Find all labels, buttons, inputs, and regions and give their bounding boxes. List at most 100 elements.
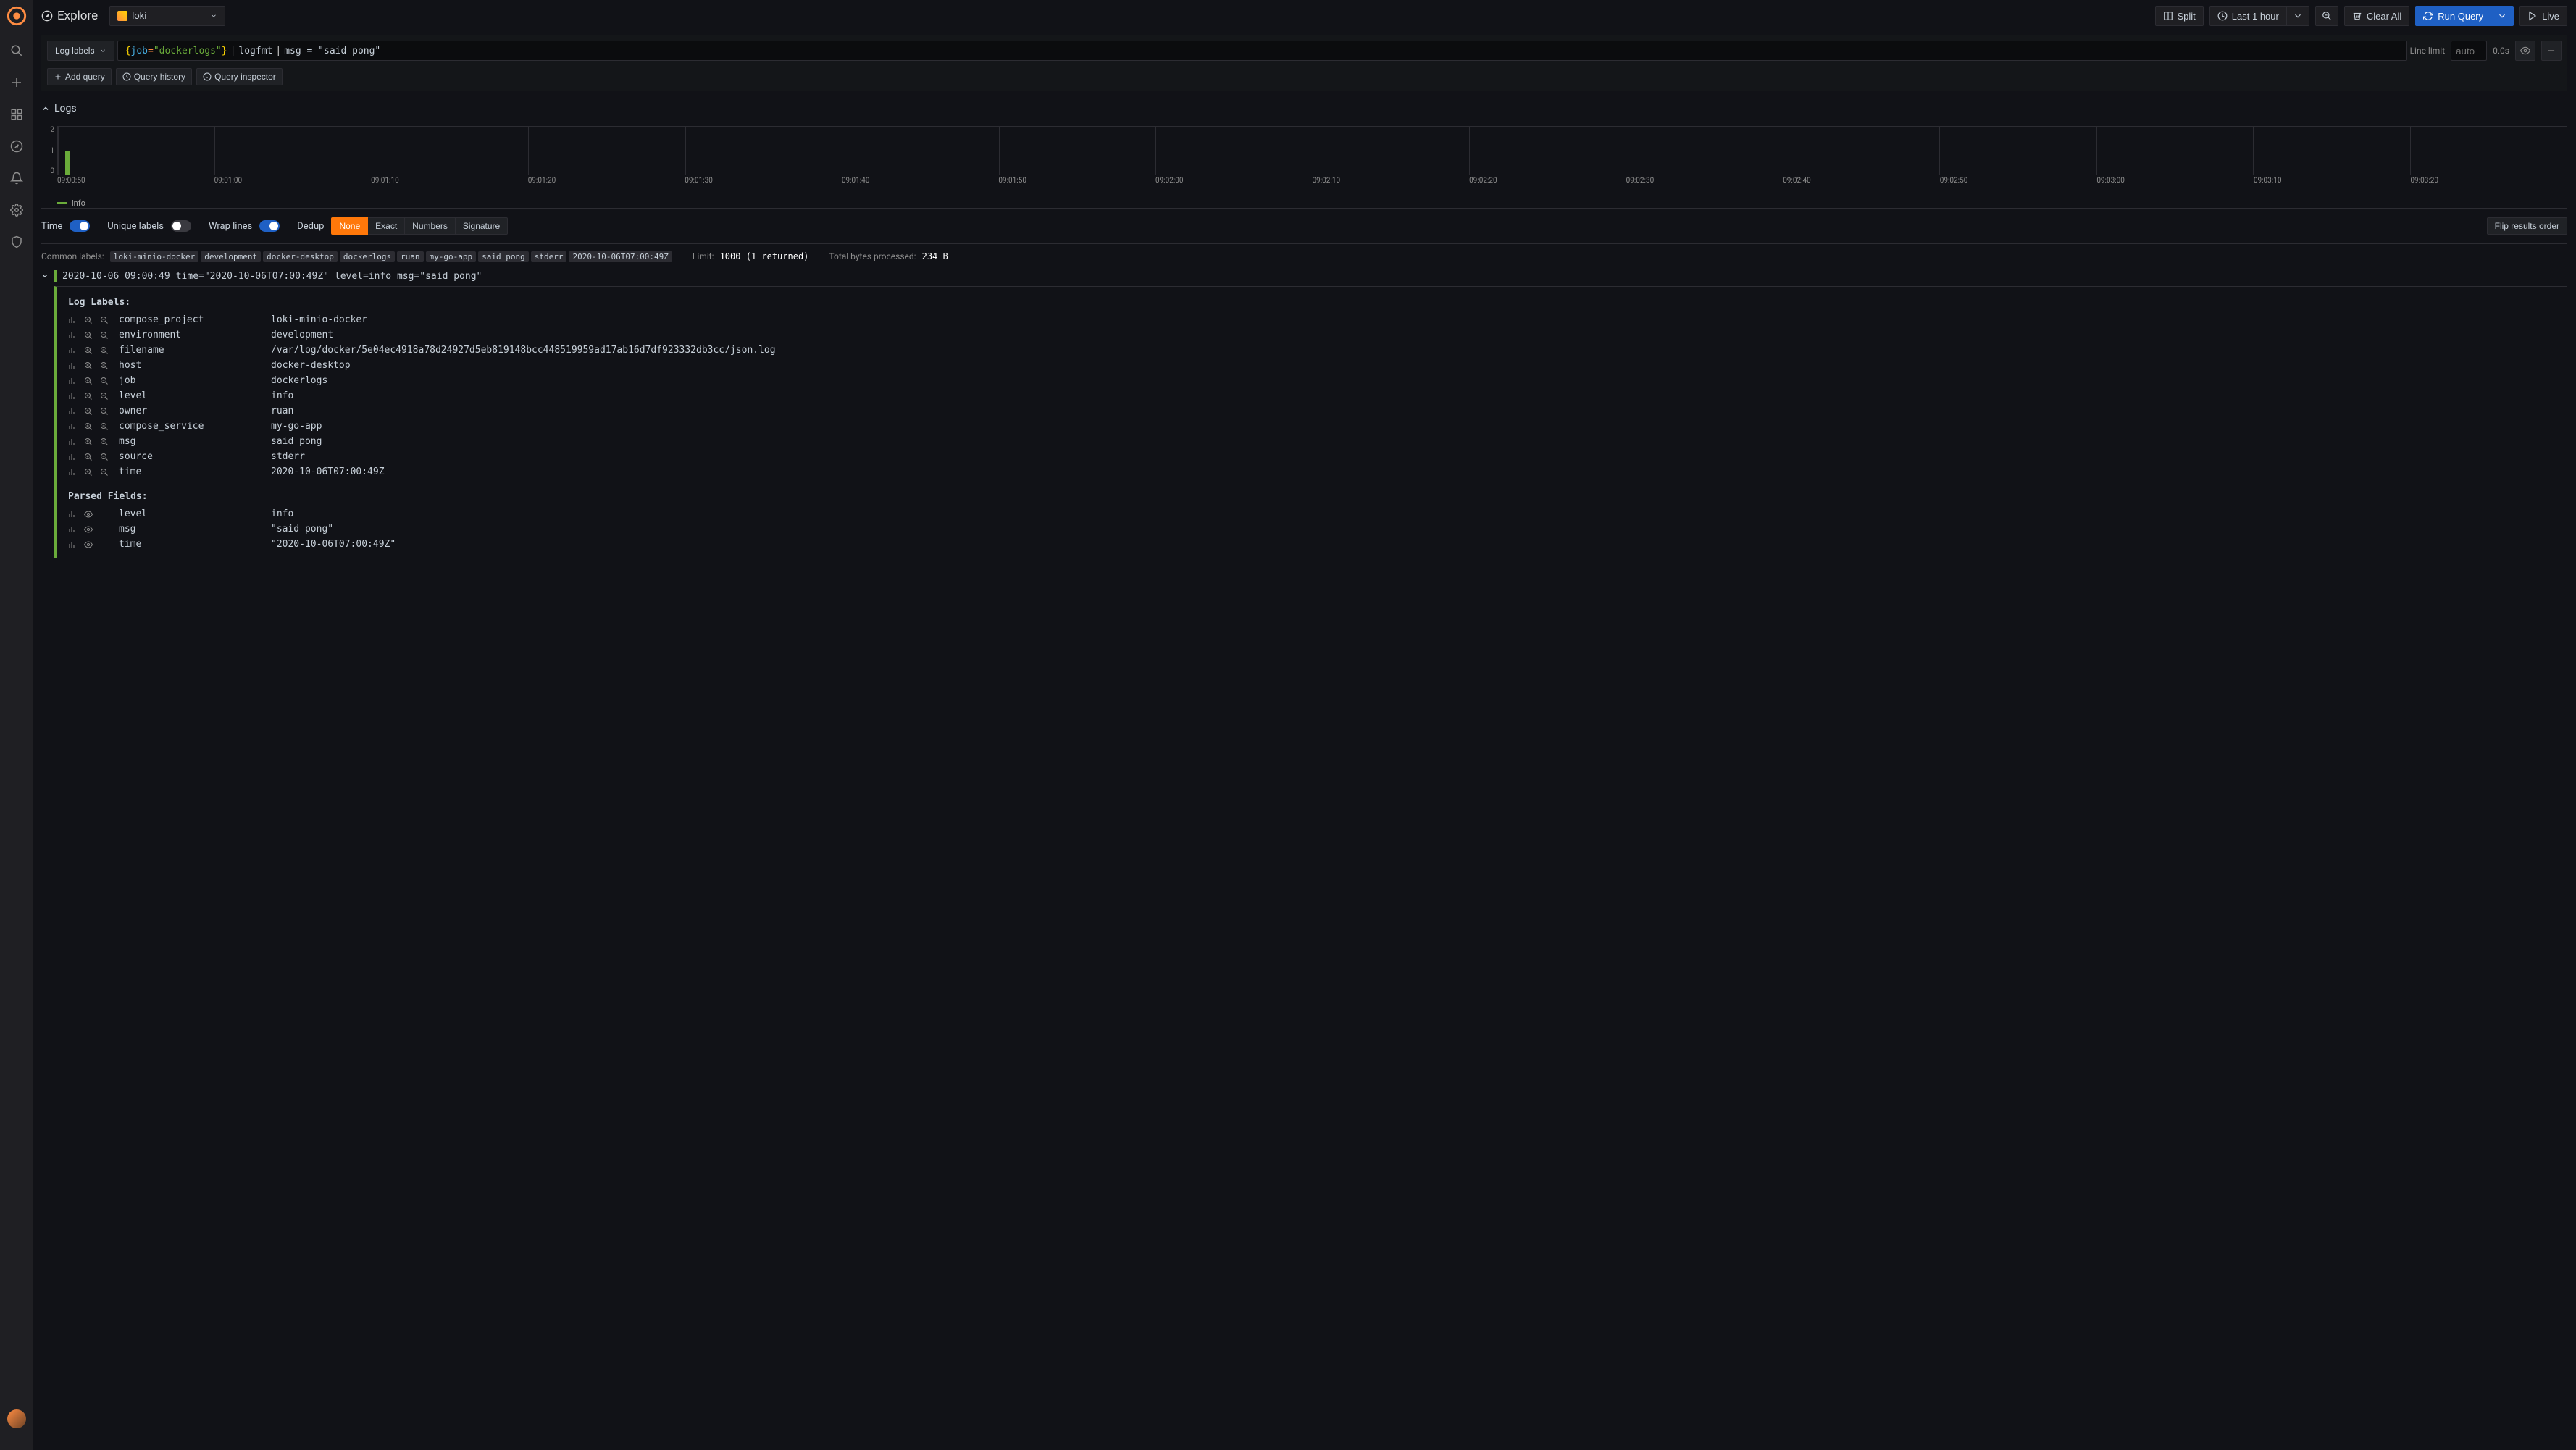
filter-in-icon[interactable] xyxy=(84,392,93,401)
stats-icon[interactable] xyxy=(68,331,77,340)
filter-out-icon[interactable] xyxy=(100,468,109,477)
stats-icon[interactable] xyxy=(68,407,77,416)
eye-icon[interactable] xyxy=(84,510,93,519)
stats-icon[interactable] xyxy=(68,437,77,446)
detail-row: ownerruan xyxy=(68,403,2555,419)
line-limit-input[interactable] xyxy=(2451,41,2487,61)
time-range-button[interactable]: Last 1 hour xyxy=(2209,6,2286,26)
dedup-numbers[interactable]: Numbers xyxy=(405,217,456,235)
remove-query-button[interactable] xyxy=(2541,41,2562,61)
time-toggle[interactable] xyxy=(70,220,90,232)
panel-header[interactable]: Logs xyxy=(41,103,2567,114)
line-limit-label: Line limit xyxy=(2410,46,2446,56)
page-title: Explore xyxy=(41,9,98,23)
split-button[interactable]: Split xyxy=(2155,6,2204,26)
detail-key: time xyxy=(119,466,264,477)
query-history-button[interactable]: Query history xyxy=(116,68,192,85)
time-range-dropdown[interactable] xyxy=(2286,6,2309,26)
flip-results-button[interactable]: Flip results order xyxy=(2487,217,2567,235)
x-tick: 09:02:50 xyxy=(1940,177,2097,185)
filter-in-icon[interactable] xyxy=(84,331,93,340)
play-icon xyxy=(2527,11,2538,21)
stats-icon[interactable] xyxy=(68,377,77,385)
toggle-visibility-button[interactable] xyxy=(2515,41,2535,61)
filter-in-icon[interactable] xyxy=(84,453,93,461)
dedup-none[interactable]: None xyxy=(331,217,368,235)
dashboards-icon[interactable] xyxy=(2,100,31,129)
eye-icon[interactable] xyxy=(84,525,93,534)
bell-icon[interactable] xyxy=(2,164,31,193)
eye-icon[interactable] xyxy=(84,540,93,549)
filter-out-icon[interactable] xyxy=(100,361,109,370)
stats-icon[interactable] xyxy=(68,422,77,431)
x-tick: 09:01:10 xyxy=(371,177,528,185)
stats-icon[interactable] xyxy=(68,510,77,519)
dedup-buttons: NoneExactNumbersSignature xyxy=(331,217,508,235)
filter-in-icon[interactable] xyxy=(84,377,93,385)
filter-out-icon[interactable] xyxy=(100,437,109,446)
filter-in-icon[interactable] xyxy=(84,407,93,416)
stats-icon[interactable] xyxy=(68,540,77,549)
detail-key: host xyxy=(119,360,264,371)
stats-icon[interactable] xyxy=(68,361,77,370)
filter-out-icon[interactable] xyxy=(100,392,109,401)
filter-out-icon[interactable] xyxy=(100,422,109,431)
filter-out-icon[interactable] xyxy=(100,453,109,461)
run-query-dropdown[interactable] xyxy=(2491,6,2514,26)
filter-in-icon[interactable] xyxy=(84,316,93,324)
stats-icon[interactable] xyxy=(68,468,77,477)
filter-in-icon[interactable] xyxy=(84,422,93,431)
trash-icon xyxy=(2352,11,2362,21)
detail-row: msgsaid pong xyxy=(68,434,2555,449)
dedup-signature[interactable]: Signature xyxy=(456,217,508,235)
datasource-picker[interactable]: loki xyxy=(109,6,225,26)
stats-icon[interactable] xyxy=(68,392,77,401)
wrap-lines-toggle[interactable] xyxy=(259,220,280,232)
stats-icon[interactable] xyxy=(68,525,77,534)
unique-labels-toggle[interactable] xyxy=(171,220,191,232)
clear-all-button[interactable]: Clear All xyxy=(2344,6,2409,26)
x-tick: 09:01:50 xyxy=(998,177,1155,185)
filter-out-icon[interactable] xyxy=(100,331,109,340)
search-icon[interactable] xyxy=(2,36,31,65)
zoom-out-button[interactable] xyxy=(2315,6,2338,26)
datasource-name: loki xyxy=(132,11,146,22)
filter-out-icon[interactable] xyxy=(100,407,109,416)
filter-in-icon[interactable] xyxy=(84,437,93,446)
add-query-button[interactable]: Add query xyxy=(47,68,112,85)
gear-icon[interactable] xyxy=(2,196,31,225)
run-query-button[interactable]: Run Query xyxy=(2415,6,2491,26)
detail-value: 2020-10-06T07:00:49Z xyxy=(271,466,385,477)
x-tick: 09:02:30 xyxy=(1626,177,1783,185)
stats-icon[interactable] xyxy=(68,453,77,461)
filter-out-icon[interactable] xyxy=(100,316,109,324)
time-label: Time xyxy=(41,221,62,232)
chevron-down-icon xyxy=(99,47,106,54)
x-tick: 09:00:50 xyxy=(57,177,214,185)
live-button[interactable]: Live xyxy=(2519,6,2567,26)
filter-out-icon[interactable] xyxy=(100,346,109,355)
clock-icon xyxy=(2217,11,2228,21)
query-input[interactable]: {job="dockerlogs"} | logfmt | msg = "sai… xyxy=(117,41,2407,61)
stats-icon[interactable] xyxy=(68,346,77,355)
stats-icon[interactable] xyxy=(68,316,77,324)
query-inspector-button[interactable]: Query inspector xyxy=(196,68,283,85)
grafana-logo[interactable] xyxy=(7,6,27,26)
log-histogram[interactable]: 2 1 0 09:00:5009:01:0009:01:1009:01:2009… xyxy=(41,126,2567,191)
plus-icon[interactable] xyxy=(2,68,31,97)
filter-out-icon[interactable] xyxy=(100,377,109,385)
log-row[interactable]: 2020-10-06 09:00:49 time="2020-10-06T07:… xyxy=(41,269,2567,283)
filter-in-icon[interactable] xyxy=(84,361,93,370)
detail-row: time"2020-10-06T07:00:49Z" xyxy=(68,537,2555,552)
detail-value: my-go-app xyxy=(271,421,322,432)
filter-in-icon[interactable] xyxy=(84,468,93,477)
chevron-down-icon xyxy=(2497,11,2507,21)
common-label-tag: dockerlogs xyxy=(340,251,395,262)
shield-icon[interactable] xyxy=(2,227,31,256)
compass-icon[interactable] xyxy=(2,132,31,161)
dedup-exact[interactable]: Exact xyxy=(368,217,405,235)
labels-section-title: Log Labels: xyxy=(68,293,2555,312)
avatar[interactable] xyxy=(7,1409,26,1428)
log-labels-button[interactable]: Log labels xyxy=(47,41,114,61)
filter-in-icon[interactable] xyxy=(84,346,93,355)
